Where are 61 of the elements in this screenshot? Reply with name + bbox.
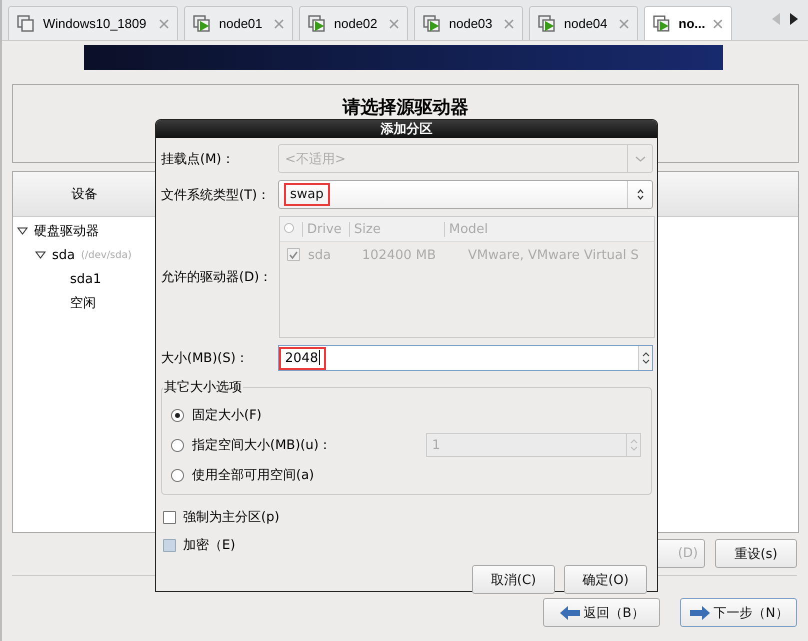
close-icon[interactable] [504,18,514,28]
checkbox-label: 強制为主分区(p) [183,509,280,526]
vm-tab[interactable]: node01 [184,6,293,40]
option-label: 使用全部可用空间(a) [192,467,314,484]
vm-icon [17,14,35,32]
vm-running-icon [193,14,211,32]
radio-button[interactable] [171,468,184,482]
field-label: 文件系统类型(T)： [161,186,272,204]
checkbox[interactable] [287,248,300,261]
up-down-arrows-icon [636,189,644,200]
device-path: (/dev/sda) [81,250,132,260]
right-arrow-icon [688,604,711,620]
tree-item[interactable]: 空闲 [70,294,96,312]
tree-item[interactable]: sda [52,248,75,262]
radio-button[interactable] [171,408,184,422]
field-label: 挂载点(M)： [161,150,236,168]
scroll-right-icon[interactable] [790,13,798,25]
vm-tab[interactable]: no... [644,6,732,40]
tree-item[interactable]: sda1 [70,272,102,286]
vm-running-icon [653,14,671,32]
vm-tab[interactable]: Windows10_1809 [8,6,178,40]
close-icon[interactable] [274,18,284,28]
scroll-left-icon[interactable] [772,13,780,25]
cancel-button[interactable]: 取消(C) [472,565,555,594]
vm-tab[interactable]: node03 [414,6,523,40]
column-icon [284,222,294,232]
expander-icon[interactable] [35,251,46,259]
option-label: 固定大小(F) [192,407,262,424]
size-spinbox[interactable]: 2048 [278,345,653,371]
vm-running-icon [423,14,441,32]
column-header[interactable]: 设备 [13,172,156,217]
spin-arrows-icon[interactable] [642,351,650,365]
back-button[interactable]: 返回（B） [543,598,660,627]
table-cell-text: VMware, VMware Virtual S [468,248,640,262]
vm-tab[interactable]: node02 [299,6,408,40]
next-button[interactable]: 下一步（N） [680,598,797,627]
table-cell-text: 102400 MB [361,248,437,262]
close-icon[interactable] [389,18,399,28]
field-label: 大小(MB)(S)： [161,350,250,367]
checkbox-label: 加密（E) [183,537,236,554]
expander-icon[interactable] [17,227,28,235]
vm-running-icon [308,14,326,32]
filesystem-combo[interactable]: swap [278,180,653,209]
check-icon [289,250,298,258]
field-label: 允许的驱动器(D)： [161,269,274,286]
checkbox[interactable] [163,510,176,524]
tree-item[interactable]: 硬盘驱动器 [34,222,99,240]
option-label: 指定空间大小(MB)(u)： [192,437,332,454]
dialog-title: 添加分区 [156,120,657,138]
close-icon[interactable] [159,18,169,28]
ok-button[interactable]: 确定(O) [564,565,647,594]
close-icon[interactable] [713,18,723,28]
group-title: 其它大小选项 [163,379,243,396]
left-arrow-icon [558,604,581,620]
radio-button[interactable] [171,438,184,452]
table-cell-text: sda [308,248,332,262]
close-icon[interactable] [619,18,629,28]
page-heading: 请选择源驱动器 [342,96,468,119]
vm-tab[interactable]: node04 [529,6,638,40]
vm-running-icon [538,14,556,32]
reset-button[interactable]: 重设(s) [715,539,797,568]
